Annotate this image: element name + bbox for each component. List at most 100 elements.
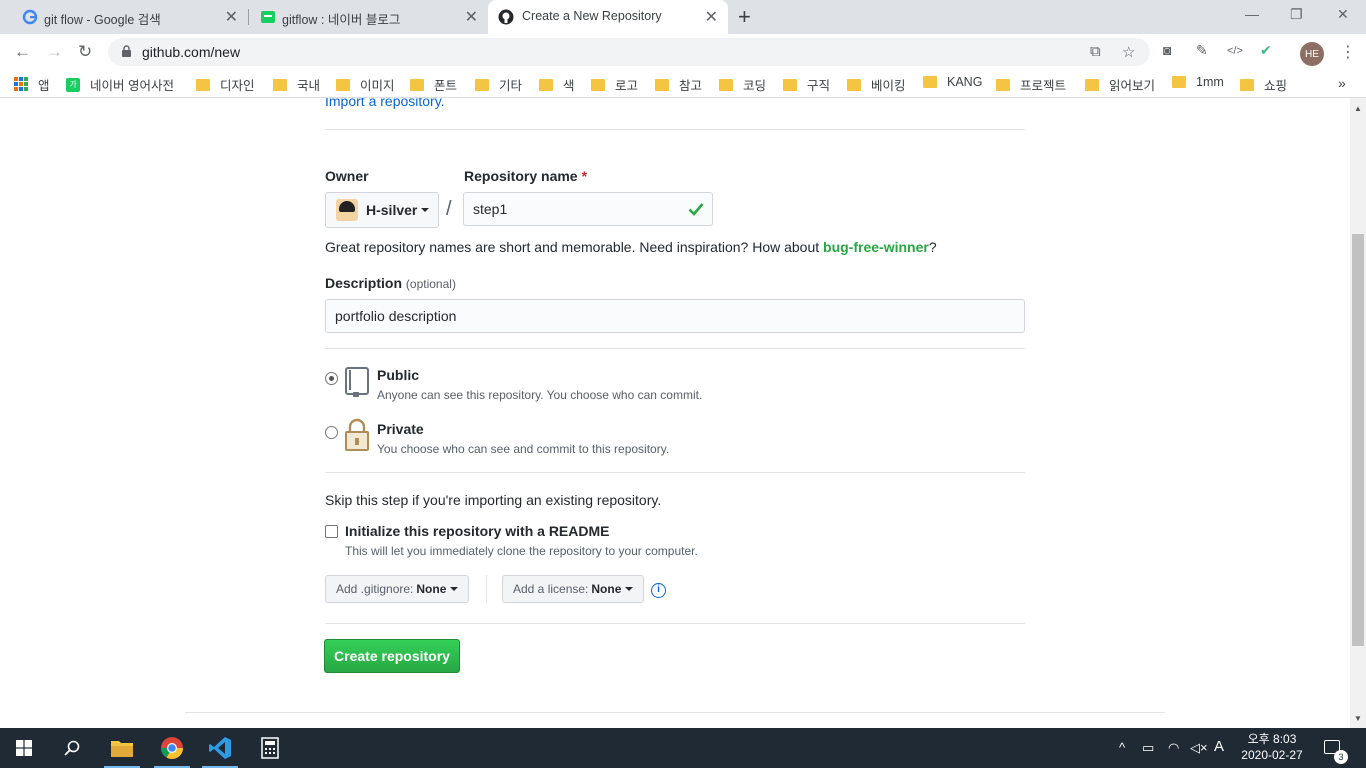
bookmark-folder[interactable]: KANG — [923, 75, 982, 89]
code-extension-icon[interactable]: </> — [1227, 45, 1243, 57]
close-tab-icon[interactable]: ✕ — [465, 7, 478, 27]
wifi-icon[interactable]: ◠ — [1168, 740, 1179, 756]
minimize-icon[interactable]: — — [1245, 6, 1259, 22]
back-icon[interactable]: ← — [14, 42, 31, 62]
tab-create-repository[interactable]: Create a New Repository ✕ — [488, 0, 728, 34]
bookmark-folder[interactable]: 국내 — [273, 75, 320, 94]
bookmark-folder[interactable]: 로고 — [591, 75, 638, 94]
bookmark-label: 베이킹 — [871, 79, 906, 93]
tab-naver-blog[interactable]: gitflow : 네이버 블로그 ✕ — [238, 0, 488, 34]
profile-avatar[interactable]: HE — [1300, 42, 1324, 66]
tray-expand-icon[interactable]: ^ — [1119, 740, 1125, 755]
license-select[interactable]: Add a license: None — [502, 575, 645, 603]
speaker-muted-icon[interactable]: ◁× — [1190, 740, 1208, 756]
vscode-button[interactable] — [196, 728, 244, 768]
private-description: You choose who can see and commit to thi… — [377, 442, 670, 456]
bookmark-folder[interactable]: 디자인 — [196, 75, 255, 94]
folder-icon — [539, 78, 553, 91]
public-description: Anyone can see this repository. You choo… — [377, 388, 703, 402]
footer-divider — [185, 712, 1165, 713]
repository-name-label-text: Repository name — [464, 168, 578, 184]
address-bar[interactable]: github.com/new ⧉ ☆ — [108, 38, 1150, 66]
info-icon[interactable]: i — [651, 583, 666, 598]
public-title: Public — [377, 367, 420, 383]
bookmark-folder[interactable]: 기타 — [475, 75, 522, 94]
clock-date: 2020-02-27 — [1241, 748, 1303, 762]
new-tab-button[interactable]: + — [738, 4, 751, 30]
bookmark-naver-dictionary[interactable]: 가 네이버 영어사전 — [66, 75, 174, 94]
readme-title: Initialize this repository with a README — [345, 523, 610, 539]
bookmarks-overflow-icon[interactable]: » — [1338, 75, 1346, 91]
bookmark-folder[interactable]: 폰트 — [410, 75, 457, 94]
camera-extension-icon[interactable]: ◙ — [1163, 42, 1171, 58]
bookmark-label: 로고 — [615, 79, 639, 93]
search-icon — [64, 740, 80, 756]
search-button[interactable] — [48, 728, 96, 768]
reload-icon[interactable]: ↻ — [78, 42, 92, 62]
scroll-up-icon[interactable]: ▲ — [1354, 104, 1362, 113]
bookmark-folder[interactable]: 코딩 — [719, 75, 766, 94]
forward-icon[interactable]: → — [46, 42, 63, 62]
folder-icon — [1085, 78, 1099, 91]
bookmark-folder[interactable]: 프로젝트 — [996, 75, 1066, 94]
bookmark-folder[interactable]: 쇼핑 — [1240, 75, 1287, 94]
bookmark-label: 기타 — [499, 79, 523, 93]
repository-name-value: step1 — [473, 201, 508, 217]
owner-repo-separator: / — [446, 198, 452, 220]
readme-checkbox[interactable] — [325, 525, 338, 538]
ime-indicator[interactable]: A — [1214, 738, 1224, 755]
start-button[interactable] — [0, 728, 48, 768]
bookmark-apps[interactable]: 앱 — [38, 75, 50, 94]
vue-extension-icon[interactable]: ✔ — [1260, 42, 1272, 59]
tab-google-search[interactable]: git flow - Google 검색 ✕ — [0, 0, 248, 34]
browser-menu-icon[interactable]: ⋮ — [1340, 42, 1356, 62]
bookmark-label: KANG — [947, 75, 983, 89]
file-explorer-button[interactable] — [98, 728, 146, 768]
bookmark-label: 쇼핑 — [1264, 79, 1288, 93]
close-tab-icon[interactable]: ✕ — [225, 7, 238, 27]
folder-icon — [196, 78, 210, 91]
chevron-down-icon — [625, 587, 634, 591]
divider — [325, 129, 1025, 130]
restore-icon[interactable]: ❐ — [1290, 6, 1303, 23]
translate-icon[interactable]: ⧉ — [1090, 43, 1101, 60]
divider — [325, 623, 1025, 624]
naver-dictionary-icon: 가 — [66, 77, 80, 92]
description-input[interactable]: portfolio description — [325, 299, 1025, 333]
gitignore-select[interactable]: Add .gitignore: None — [325, 575, 470, 603]
bookmark-label: 1mm — [1196, 75, 1224, 89]
bookmark-star-icon[interactable]: ☆ — [1122, 43, 1135, 61]
page-scrollbar[interactable]: ▲ ▼ — [1350, 98, 1366, 728]
owner-select[interactable]: H-silver — [325, 192, 439, 228]
bookmark-label: 네이버 영어사전 — [90, 79, 174, 93]
bookmark-label: 폰트 — [434, 79, 458, 93]
public-radio[interactable] — [325, 372, 338, 385]
bookmark-folder[interactable]: 이미지 — [336, 75, 395, 94]
calculator-button[interactable] — [246, 728, 294, 768]
gitignore-value: None — [416, 582, 447, 596]
battery-icon[interactable]: ▭ — [1142, 740, 1154, 756]
name-suggestion[interactable]: bug-free-winner — [823, 239, 929, 255]
bookmark-folder[interactable]: 구직 — [783, 75, 830, 94]
bookmark-folder[interactable]: 색 — [539, 75, 575, 94]
close-tab-icon[interactable]: ✕ — [705, 7, 718, 27]
eyedropper-extension-icon[interactable]: ✎ — [1196, 42, 1208, 59]
chrome-button[interactable] — [148, 728, 196, 768]
bookmark-folder[interactable]: 베이킹 — [847, 75, 906, 94]
private-radio[interactable] — [325, 426, 338, 439]
import-repository-link[interactable]: Import a repository. — [325, 98, 445, 109]
windows-logo-icon — [16, 740, 32, 756]
folder-icon — [847, 78, 861, 91]
private-title: Private — [377, 421, 424, 437]
taskbar-clock[interactable]: 오후 8:03 2020-02-27 — [1234, 731, 1310, 763]
repository-name-input[interactable]: step1 — [463, 192, 713, 226]
browser-toolbar: ← → ↻ github.com/new ⧉ ☆ — [0, 34, 1366, 70]
create-repository-button[interactable]: Create repository — [324, 639, 460, 673]
apps-grid-icon[interactable] — [14, 77, 28, 91]
scrollbar-thumb[interactable] — [1352, 234, 1364, 646]
scroll-down-icon[interactable]: ▼ — [1354, 714, 1362, 723]
bookmark-folder[interactable]: 읽어보기 — [1085, 75, 1155, 94]
bookmark-folder[interactable]: 1mm — [1172, 75, 1224, 89]
window-close-icon[interactable]: ✕ — [1337, 6, 1349, 23]
bookmark-folder[interactable]: 참고 — [655, 75, 702, 94]
